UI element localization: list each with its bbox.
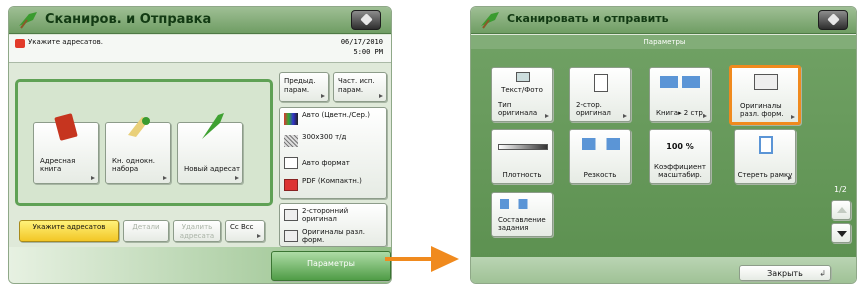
- options-header-label: Параметры: [643, 38, 686, 46]
- text-photo-icon: [516, 72, 530, 82]
- erase-frame-button[interactable]: Стереть рамку: [734, 129, 796, 184]
- title-bar-right: Сканировать и отправить: [471, 7, 856, 34]
- new-destination-icon: [202, 113, 224, 139]
- one-touch-label: Кн. однокн. набора: [112, 157, 156, 173]
- title-bar: Сканиров. и Отправка: [9, 7, 391, 34]
- pdf-icon: [284, 179, 298, 191]
- settings-row-mixed: Оригиналы разл. форм.: [280, 225, 385, 249]
- job-build-label: Составление задания: [498, 216, 546, 232]
- different-size-originals-label: Оригиналы разл. форм.: [740, 102, 784, 118]
- resolution-label: 300x300 т/д: [302, 133, 347, 141]
- status-message: Укажите адресатов.: [28, 38, 103, 46]
- original-type-label: Тип оригинала: [498, 101, 538, 117]
- date-text: 06/17/2010: [340, 38, 383, 46]
- sharpness-label: Резкость: [583, 171, 617, 179]
- original-type-value: Текст/Фото: [501, 86, 543, 94]
- two-sided-label: 2-сторонний оригинал: [302, 207, 349, 223]
- close-button[interactable]: Закрыть ↲: [739, 265, 831, 281]
- specify-destinations-label: Укажите адресатов: [32, 223, 106, 231]
- time-text: 5:00 PM: [353, 48, 383, 56]
- two-sided-original-label: 2-стор. оригинал: [576, 101, 611, 117]
- job-build-button[interactable]: Составление задания: [491, 192, 553, 237]
- original-type-button[interactable]: Текст/Фото Тип оригинала: [491, 67, 553, 122]
- address-book-label: Адресная книга: [40, 157, 76, 173]
- one-touch-button[interactable]: Кн. однокн. набора: [105, 117, 171, 184]
- density-label: Плотность: [502, 171, 542, 179]
- new-destination-button[interactable]: Новый адресат: [177, 113, 243, 184]
- enter-icon: ↲: [819, 269, 826, 278]
- tab-previous-settings[interactable]: Предыд. парам.: [279, 72, 329, 102]
- page-indicator: 1/2: [834, 185, 847, 194]
- mixed-originals-icon: [284, 230, 298, 242]
- options-label: Параметры: [307, 259, 355, 268]
- book-two-pages-label: Книга▸ 2 стр.: [656, 109, 706, 117]
- specify-destinations-button[interactable]: Укажите адресатов: [19, 220, 119, 242]
- zoom-ratio-value: 100 %: [666, 142, 694, 151]
- warning-icon: [15, 39, 25, 48]
- erase-frame-icon: [759, 136, 773, 154]
- delete-destination-label: Удалить адресата: [179, 223, 215, 240]
- two-sided-icon: [284, 209, 298, 221]
- book-two-pages-icon: [660, 76, 700, 88]
- sharpness-button[interactable]: Резкость: [569, 129, 631, 184]
- new-destination-label: Новый адресат: [184, 165, 241, 173]
- paper-size-label: Авто формат: [302, 159, 350, 167]
- left-screen: Сканиров. и Отправка Укажите адресатов. …: [8, 6, 392, 284]
- page-title-right: Сканировать и отправить: [507, 12, 669, 25]
- scan-settings-list[interactable]: Авто (Цветн./Сер.) 300x300 т/д Авто форм…: [279, 107, 387, 199]
- delete-destination-button[interactable]: Удалить адресата: [173, 220, 221, 242]
- scroll-down-button[interactable]: [831, 223, 851, 243]
- message-bar: Укажите адресатов. 06/17/2010 5:00 PM: [9, 35, 391, 63]
- two-sided-original-icon: [594, 74, 608, 92]
- cc-bcc-button[interactable]: Cc Bcc: [225, 220, 265, 242]
- sharpness-icon: [582, 138, 620, 150]
- scan-logo-icon: [481, 12, 499, 29]
- book-two-pages-button[interactable]: Книга▸ 2 стр.: [649, 67, 711, 122]
- mixed-originals-label: Оригиналы разл. форм.: [302, 228, 365, 244]
- duplex-settings-list[interactable]: 2-сторонний оригинал Оригиналы разл. фор…: [279, 203, 387, 247]
- one-touch-icon: [128, 117, 150, 137]
- page-title: Сканиров. и Отправка: [45, 12, 212, 27]
- density-button[interactable]: Плотность: [491, 129, 553, 184]
- device-status-button-right[interactable]: [818, 10, 848, 30]
- different-size-originals-icon: [754, 74, 778, 90]
- density-slider-icon: [498, 144, 548, 150]
- tab-favorite-settings-label: Част. исп. парам.: [338, 77, 375, 94]
- settings-row-resolution: 300x300 т/д: [280, 130, 385, 154]
- zoom-ratio-label: Коэффициент масштабир.: [654, 163, 706, 179]
- tab-previous-settings-label: Предыд. парам.: [284, 77, 316, 94]
- scroll-up-icon: [837, 207, 847, 213]
- settings-row-color: Авто (Цветн./Сер.): [280, 108, 385, 132]
- cc-bcc-label: Cc Bcc: [230, 223, 254, 231]
- details-label: Детали: [132, 223, 160, 231]
- details-button[interactable]: Детали: [123, 220, 169, 242]
- options-button[interactable]: Параметры: [271, 251, 391, 281]
- close-label: Закрыть: [767, 269, 803, 278]
- right-screen: Сканировать и отправить Параметры Текст/…: [470, 6, 857, 284]
- settings-row-format: PDF (Компактн.): [280, 174, 385, 198]
- scroll-up-button[interactable]: [831, 200, 851, 220]
- address-book-button[interactable]: Адресная книга: [33, 113, 99, 184]
- tab-favorite-settings[interactable]: Част. исп. парам.: [333, 72, 387, 102]
- resolution-icon: [284, 135, 298, 147]
- erase-frame-label: Стереть рамку: [737, 171, 793, 179]
- device-status-button[interactable]: [351, 10, 381, 30]
- paper-size-icon: [284, 157, 298, 169]
- transition-arrow-icon: [385, 246, 459, 272]
- zoom-ratio-button[interactable]: 100 % Коэффициент масштабир.: [649, 129, 711, 184]
- scroll-down-icon: [837, 231, 847, 237]
- file-format-label: PDF (Компактн.): [302, 177, 362, 185]
- two-sided-original-button[interactable]: 2-стор. оригинал: [569, 67, 631, 122]
- address-book-icon: [54, 113, 78, 141]
- job-build-icon: [500, 199, 546, 209]
- scan-logo-icon: [19, 12, 37, 29]
- options-header: Параметры: [471, 35, 856, 49]
- settings-row-size: Авто формат: [280, 152, 385, 176]
- color-mode-icon: [284, 113, 298, 125]
- color-mode-label: Авто (Цветн./Сер.): [302, 111, 370, 119]
- different-size-originals-button[interactable]: Оригиналы разл. форм.: [729, 65, 801, 125]
